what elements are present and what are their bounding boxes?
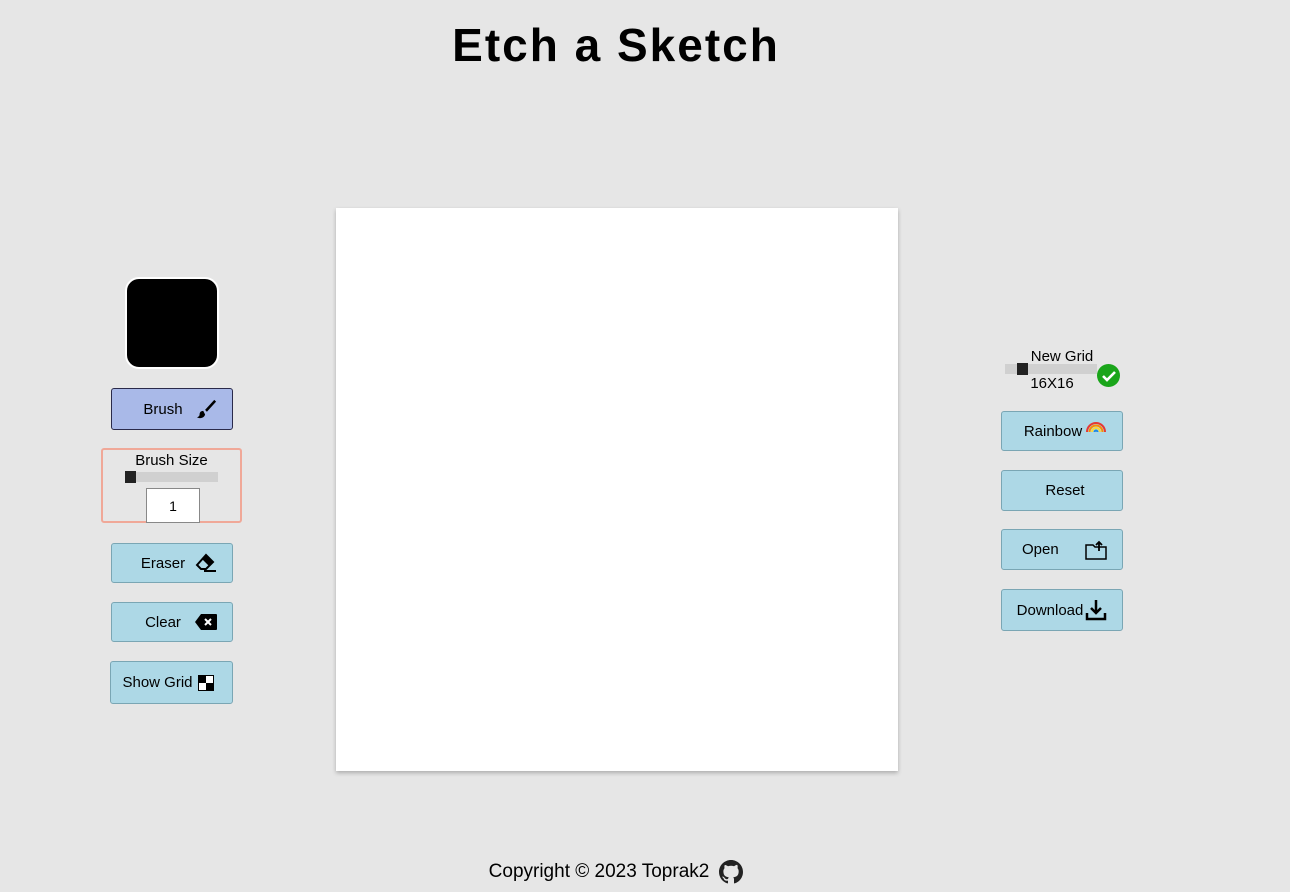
grid-size-value: 16X16 xyxy=(1030,375,1074,392)
folder-upload-icon xyxy=(1084,539,1108,561)
backspace-icon xyxy=(194,611,218,633)
show-grid-button[interactable]: Show Grid xyxy=(110,661,233,704)
download-button-label: Download xyxy=(1016,601,1084,619)
reset-button[interactable]: Reset xyxy=(1001,470,1123,511)
clear-button-label: Clear xyxy=(145,613,181,631)
reset-button-label: Reset xyxy=(1045,482,1085,499)
open-button-label: Open xyxy=(1022,541,1059,558)
show-grid-button-label: Show Grid xyxy=(122,674,193,691)
brush-size-slider[interactable] xyxy=(125,471,218,483)
eraser-button-label: Eraser xyxy=(140,554,186,572)
new-grid-label: New Grid xyxy=(1030,348,1094,365)
download-button[interactable]: Download xyxy=(1001,589,1123,631)
clear-button[interactable]: Clear xyxy=(111,602,233,642)
rainbow-button-label: Rainbow xyxy=(1023,422,1083,440)
page-title: Etch a Sketch xyxy=(452,19,780,71)
rainbow-button[interactable]: Rainbow xyxy=(1001,411,1123,451)
github-icon[interactable] xyxy=(719,860,744,884)
check-circle-icon[interactable] xyxy=(1097,364,1120,387)
rainbow-icon xyxy=(1084,420,1108,442)
paintbrush-icon xyxy=(194,398,218,420)
brush-size-input[interactable] xyxy=(146,488,200,523)
copyright-text: Copyright © 2023 Toprak2 xyxy=(488,861,710,882)
brush-size-label: Brush Size xyxy=(135,452,208,469)
drawing-canvas[interactable] xyxy=(336,208,898,771)
grid-size-slider[interactable] xyxy=(1005,363,1097,375)
brush-button[interactable]: Brush xyxy=(111,388,233,430)
brush-size-slider-thumb[interactable] xyxy=(125,471,136,483)
brush-button-label: Brush xyxy=(143,400,183,418)
brush-size-panel: Brush Size xyxy=(101,448,242,523)
open-button[interactable]: Open xyxy=(1001,529,1123,570)
color-picker[interactable] xyxy=(125,277,219,369)
eraser-button[interactable]: Eraser xyxy=(111,543,233,583)
eraser-icon xyxy=(194,552,218,574)
grid-size-slider-thumb[interactable] xyxy=(1017,363,1028,375)
footer: Copyright © 2023 Toprak2 xyxy=(0,860,1232,884)
download-icon xyxy=(1084,599,1108,621)
grid-icon xyxy=(194,672,218,694)
